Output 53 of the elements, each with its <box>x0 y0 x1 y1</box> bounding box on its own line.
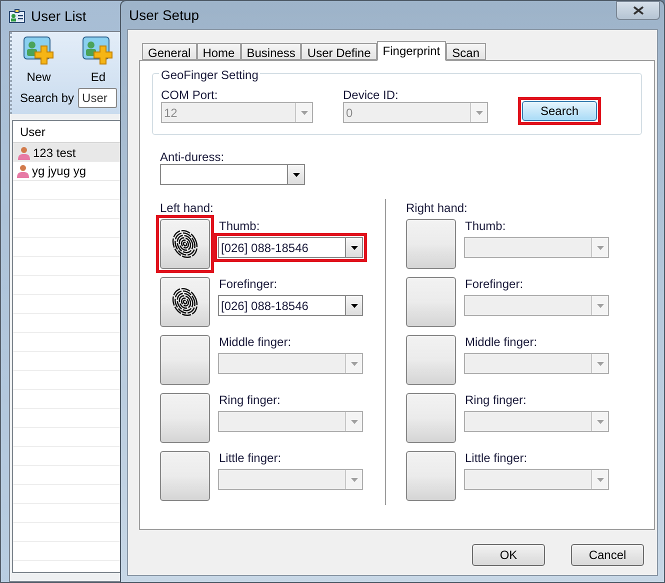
tab[interactable]: Business <box>240 43 302 60</box>
tab[interactable]: General <box>142 43 197 60</box>
window-title: User Setup <box>129 6 200 25</box>
dialog-button[interactable]: OK <box>472 544 545 566</box>
dropdown-arrow-icon <box>292 172 300 176</box>
finger-label: Thumb: <box>465 218 507 233</box>
person-icon <box>16 164 30 178</box>
finger-label: Ring finger: <box>219 392 282 407</box>
anti-duress-label: Anti-duress: <box>160 149 226 164</box>
finger-label: Thumb: <box>219 218 261 233</box>
finger-label: Little finger: <box>219 450 282 465</box>
dropdown-arrow-icon <box>596 478 604 482</box>
person-icon <box>17 146 31 160</box>
list-row[interactable]: 123 test <box>13 143 122 162</box>
window-title: User List <box>31 6 86 26</box>
dropdown-arrow-icon <box>350 246 358 250</box>
dropdown-arrow-icon <box>350 362 358 366</box>
finger-select[interactable]: [026] 088-18546 <box>218 295 363 316</box>
dropdown-arrow-icon <box>350 478 358 482</box>
finger-scan-button[interactable] <box>160 277 210 327</box>
search-by-select[interactable]: User <box>78 88 117 108</box>
anti-duress-select[interactable] <box>160 164 305 185</box>
finger-label: Ring finger: <box>465 392 528 407</box>
hand-label: Right hand: <box>406 200 468 215</box>
dropdown-arrow-icon <box>300 110 308 114</box>
finger-select[interactable]: [026] 088-18546 <box>218 237 363 258</box>
dialog-button[interactable]: Cancel <box>571 544 644 566</box>
finger-label: Little finger: <box>465 450 528 465</box>
tab[interactable]: User Define <box>301 43 377 60</box>
dropdown-arrow-icon <box>596 362 604 366</box>
finger-label: Forefinger: <box>465 276 524 291</box>
close-button[interactable] <box>616 1 660 20</box>
toolbar-button[interactable]: Ed <box>80 36 117 86</box>
close-icon <box>632 6 644 15</box>
dropdown-arrow-icon <box>596 304 604 308</box>
dropdown-arrow-icon <box>596 246 604 250</box>
dropdown-arrow-icon <box>596 420 604 424</box>
tab[interactable]: Home <box>196 43 241 60</box>
hand-label: Left hand: <box>160 200 214 215</box>
tab[interactable]: Fingerprint <box>376 41 446 61</box>
id-card-icon <box>9 9 25 23</box>
dropdown-arrow-icon <box>476 110 482 114</box>
toolbar-button[interactable]: New <box>20 36 58 86</box>
search-by-label: Search by <box>20 90 74 107</box>
finger-label: Middle finger: <box>219 334 292 349</box>
search-button[interactable]: Search <box>522 101 597 121</box>
finger-label: Forefinger: <box>219 276 278 291</box>
dropdown-arrow-icon <box>350 304 358 308</box>
device-id-label: Device ID: <box>343 87 400 102</box>
finger-label: Middle finger: <box>465 334 538 349</box>
com-port-label: COM Port: <box>161 87 219 102</box>
tab[interactable]: Scan <box>446 43 486 60</box>
dropdown-arrow-icon <box>350 420 358 424</box>
